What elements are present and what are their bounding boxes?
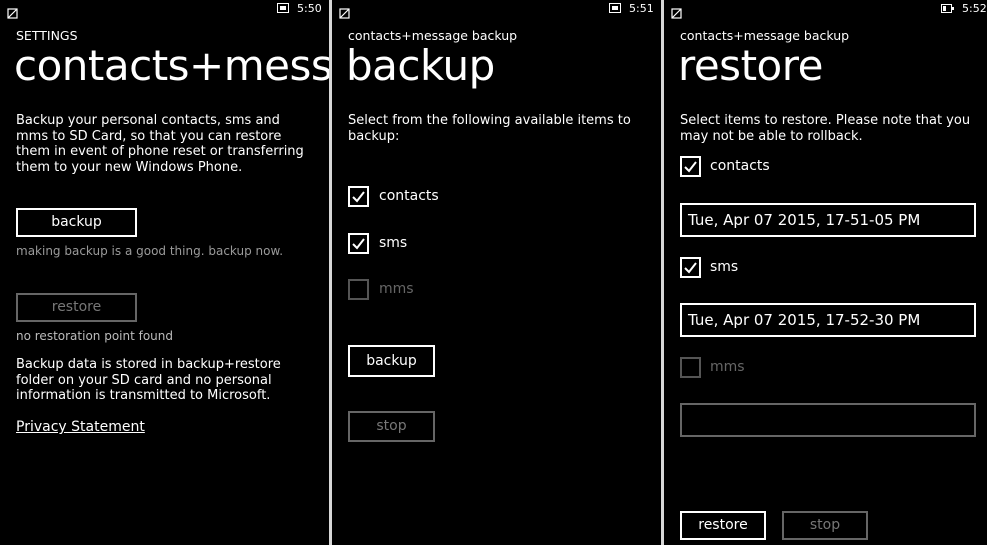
restore-screen: 5:52 contacts+message backup restore Sel… (664, 0, 987, 545)
backup-hint: making backup is a good thing. backup no… (16, 244, 284, 258)
sms-checkbox[interactable] (348, 233, 369, 254)
restore-hint: no restoration point found (16, 329, 174, 343)
page-title: backup (346, 41, 495, 90)
status-time: 5:51 (629, 2, 654, 15)
contacts-checkbox[interactable] (348, 186, 369, 207)
contacts-label[interactable]: contacts (710, 158, 770, 174)
mms-checkbox[interactable] (680, 357, 701, 378)
contacts-checkbox[interactable] (680, 156, 701, 177)
mms-checkbox[interactable] (348, 279, 369, 300)
mms-label[interactable]: mms (379, 281, 414, 297)
restore-button[interactable]: restore (16, 293, 137, 322)
page-title: contacts+message backup (14, 41, 329, 90)
signal-off-icon (7, 4, 18, 19)
checkmark-icon (352, 191, 365, 203)
status-time: 5:52 (962, 2, 987, 15)
sms-checkbox[interactable] (680, 257, 701, 278)
contacts-label[interactable]: contacts (379, 188, 439, 204)
mms-label[interactable]: mms (710, 359, 745, 375)
settings-screen: 5:50 SETTINGS contacts+message backup Ba… (0, 0, 329, 545)
mms-restore-point-select[interactable] (680, 403, 976, 437)
backup-button[interactable]: backup (348, 345, 435, 377)
signal-off-icon (671, 4, 682, 19)
page-title: restore (678, 41, 823, 90)
restore-button[interactable]: restore (680, 511, 766, 540)
sim-icon (277, 2, 289, 16)
privacy-statement-link[interactable]: Privacy Statement (16, 419, 145, 435)
sms-restore-point-select[interactable]: Tue, Apr 07 2015, 17-52-30 PM (680, 303, 976, 337)
description-text: Backup your personal contacts, sms and m… (16, 113, 304, 175)
checkmark-icon (352, 238, 365, 250)
stop-button[interactable]: stop (782, 511, 868, 540)
instruction-text: Select from the following available item… (348, 113, 631, 144)
backup-screen: 5:51 contacts+message backup backup Sele… (332, 0, 661, 545)
sim-icon (609, 2, 621, 16)
stop-button[interactable]: stop (348, 411, 435, 442)
battery-icon (941, 3, 954, 16)
checkmark-icon (684, 262, 697, 274)
instruction-text: Select items to restore. Please note tha… (680, 113, 971, 144)
checkmark-icon (684, 161, 697, 173)
backup-button[interactable]: backup (16, 208, 137, 237)
status-time: 5:50 (297, 2, 322, 15)
signal-off-icon (339, 4, 350, 19)
sms-label[interactable]: sms (710, 259, 738, 275)
storage-note: Backup data is stored in backup+restore … (16, 357, 281, 403)
sms-label[interactable]: sms (379, 235, 407, 251)
contacts-restore-point-select[interactable]: Tue, Apr 07 2015, 17-51-05 PM (680, 203, 976, 237)
